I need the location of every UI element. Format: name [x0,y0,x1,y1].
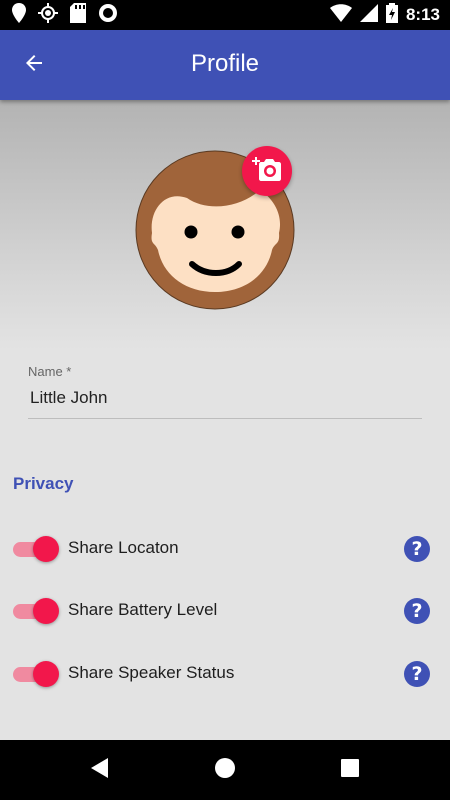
page-title: Profile [190,50,260,77]
sd-card-icon [70,2,86,28]
nav-back-button[interactable] [88,757,112,784]
app-bar: Profile [0,30,450,100]
setting-row-share-location: Share Locaton ? [0,528,450,568]
wifi-icon [329,3,352,27]
status-bar: 8:13 [0,0,450,30]
share-battery-label: Share Battery Level [68,600,218,619]
toggle-thumb [33,598,59,624]
share-speaker-label: Share Speaker Status [68,663,235,682]
map-pin-icon [12,2,26,28]
name-field-group: Name * [28,364,422,419]
status-bar-system: 8:13 [329,2,440,28]
system-nav-bar [0,740,450,800]
name-label: Name * [28,364,72,379]
help-icon: ? [411,538,423,560]
record-icon [98,3,118,28]
help-icon: ? [411,600,423,622]
share-location-label: Share Locaton [68,538,179,557]
share-speaker-help-button[interactable]: ? [404,661,430,687]
home-circle-icon [214,757,236,784]
recents-square-icon [340,758,360,783]
setting-row-share-speaker: Share Speaker Status ? [0,653,450,693]
share-battery-help-button[interactable]: ? [404,598,430,624]
nav-recents-button[interactable] [338,758,362,782]
profile-header [0,100,450,350]
privacy-section-title: Privacy [13,474,74,493]
nav-home-button[interactable] [213,757,237,784]
status-time: 8:13 [405,5,440,24]
cellular-icon [359,3,378,27]
setting-row-share-battery: Share Battery Level ? [0,590,450,630]
share-speaker-toggle[interactable] [13,661,59,687]
share-location-help-button[interactable]: ? [404,536,430,562]
add-photo-camera-icon [252,155,282,188]
toggle-thumb [33,536,59,562]
toggle-thumb [33,661,59,687]
status-bar-notifications [12,2,118,28]
change-photo-button[interactable] [242,146,292,196]
share-battery-toggle[interactable] [13,598,59,624]
back-triangle-icon [90,757,110,784]
share-location-toggle[interactable] [13,536,59,562]
battery-charging-icon [385,2,398,28]
name-input[interactable] [28,380,422,419]
help-icon: ? [411,663,423,685]
gps-icon [38,2,58,28]
